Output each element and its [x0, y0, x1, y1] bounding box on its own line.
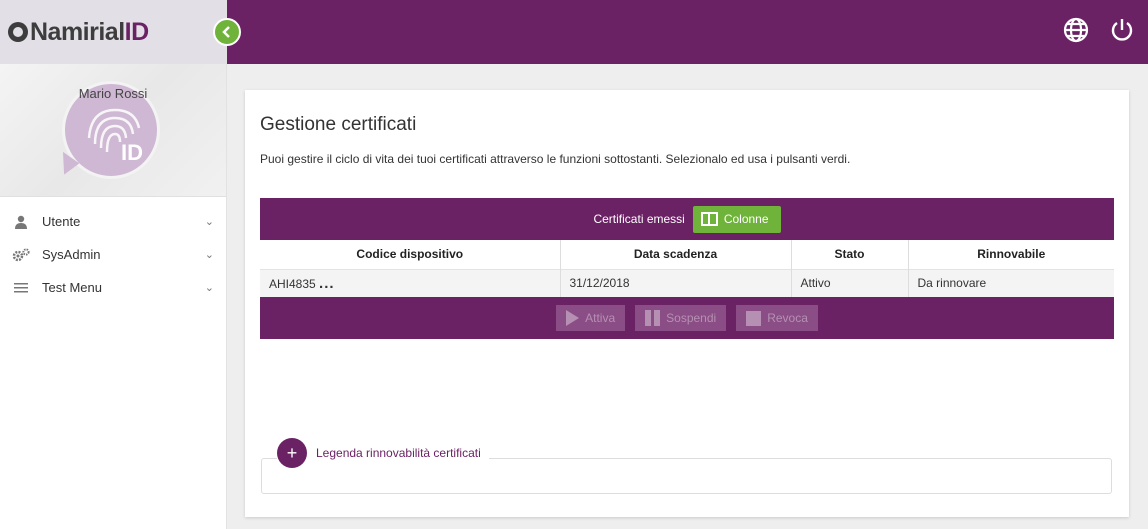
table-title: Certificati emessi: [593, 212, 685, 226]
cell-device-code: AHI4835 ...: [260, 268, 561, 297]
table-actions-bar: Attiva Sospendi Revoca: [260, 297, 1114, 339]
sidebar-item-test-menu[interactable]: Test Menu ⌄: [0, 271, 226, 304]
more-button[interactable]: ...: [319, 275, 335, 292]
columns-icon: [700, 212, 718, 226]
activate-label: Attiva: [585, 311, 616, 325]
gears-icon: [12, 247, 30, 262]
stop-icon: [746, 310, 762, 326]
column-header[interactable]: Stato: [791, 240, 909, 269]
columns-button[interactable]: Colonne: [692, 205, 781, 233]
top-bar: [227, 0, 1148, 64]
cell-status: Attivo: [791, 268, 909, 297]
column-header[interactable]: Codice dispositivo: [260, 240, 561, 269]
sidebar-menu: Utente ⌄ SysAdmin ⌄ Test Menu ⌄: [0, 197, 226, 304]
columns-button-label: Colonne: [723, 212, 769, 226]
column-header[interactable]: Rinnovabile: [908, 240, 1114, 269]
cell-renewable: Da rinnovare: [908, 268, 1114, 297]
sidebar-item-label: Test Menu: [42, 280, 102, 295]
table-header-bar: Certificati emessi Colonne: [260, 198, 1114, 240]
brand-logo: Namirial ID: [8, 18, 149, 47]
certificates-grid: Codice dispositivo Data scadenza Stato R…: [260, 240, 1114, 297]
cell-expiry: 31/12/2018: [560, 268, 792, 297]
column-header[interactable]: Data scadenza: [560, 240, 792, 269]
sidebar-item-utente[interactable]: Utente ⌄: [0, 205, 226, 238]
globe-icon[interactable]: [1062, 16, 1090, 44]
play-icon: [566, 310, 580, 326]
brand-id: ID: [124, 17, 150, 46]
page-title: Gestione certificati: [260, 114, 417, 135]
list-icon: [12, 282, 30, 293]
certificates-card: Gestione certificati Puoi gestire il cic…: [245, 90, 1129, 517]
chevron-down-icon: ⌄: [204, 249, 214, 261]
logo-bar: Namirial ID: [0, 0, 226, 64]
legend-header[interactable]: + Legenda rinnovabilità certificati: [277, 438, 489, 468]
revoke-label: Revoca: [767, 311, 808, 325]
chevron-down-icon: ⌄: [204, 216, 214, 228]
user-icon: [12, 215, 30, 229]
sidebar: Namirial ID ID Mario Rossi Utente ⌄ SysA…: [0, 0, 227, 529]
chevron-down-icon: ⌄: [204, 282, 214, 294]
suspend-button[interactable]: Sospendi: [635, 305, 727, 331]
page-description: Puoi gestire il ciclo di vita dei tuoi c…: [260, 152, 851, 166]
revoke-button[interactable]: Revoca: [736, 305, 818, 331]
power-icon[interactable]: [1108, 16, 1136, 44]
top-actions: [1062, 16, 1136, 44]
sidebar-item-label: SysAdmin: [42, 247, 101, 262]
activate-button[interactable]: Attiva: [556, 305, 626, 331]
device-code: AHI4835: [269, 276, 316, 291]
pause-icon: [645, 310, 661, 326]
svg-text:ID: ID: [121, 140, 143, 165]
table-row[interactable]: AHI4835 ... 31/12/2018 Attivo Da rinnova…: [260, 268, 1114, 297]
logo-mark-icon: [8, 22, 28, 42]
sidebar-collapse-button[interactable]: [213, 18, 241, 46]
brand-name: Namirial: [30, 17, 125, 46]
sidebar-item-sysadmin[interactable]: SysAdmin ⌄: [0, 238, 226, 271]
user-profile: ID Mario Rossi: [0, 64, 226, 197]
legend-label: Legenda rinnovabilità certificati: [316, 446, 481, 460]
expand-legend-button[interactable]: +: [277, 438, 307, 468]
user-name: Mario Rossi: [78, 86, 148, 101]
sidebar-item-label: Utente: [42, 214, 81, 229]
certificates-table: Certificati emessi Colonne Codice dispos…: [260, 198, 1114, 339]
chevron-left-icon: [222, 26, 230, 38]
suspend-label: Sospendi: [666, 311, 717, 325]
